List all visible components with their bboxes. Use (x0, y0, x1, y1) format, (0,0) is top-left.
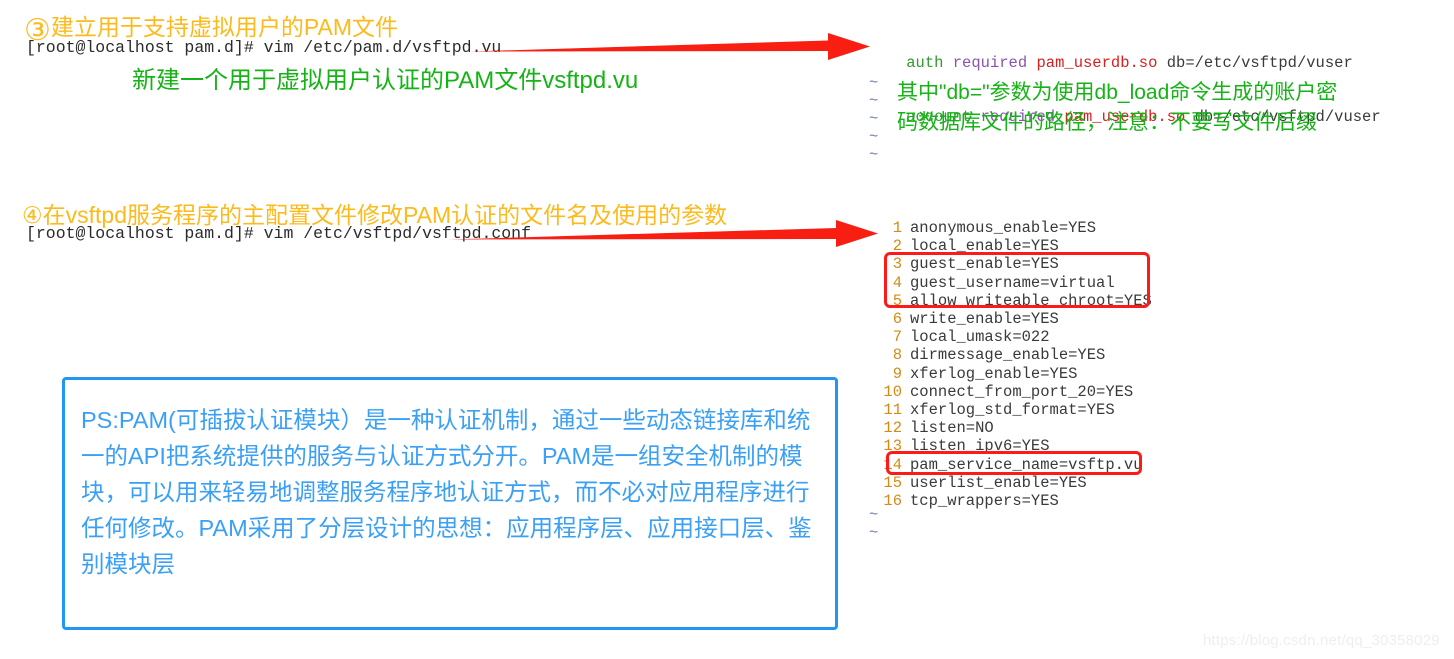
vim-tilde: ~ (869, 92, 879, 110)
pam-annotation-line-1: 其中"db="参数为使用db_load命令生成的账户密 (897, 81, 1338, 104)
conf-line-number: 9 (892, 364, 902, 383)
watermark-url: https://blog.csdn.net/qq_30358029 (1203, 632, 1440, 649)
section-3-annotation: 新建一个用于虚拟用户认证的PAM文件vsftpd.vu (132, 67, 639, 94)
conf-line-text: guest_enable=YES (910, 255, 1059, 274)
conf-line-text: dirmessage_enable=YES (910, 346, 1106, 365)
conf-row: 12 listen=NO (876, 419, 1152, 437)
conf-line-text: write_enable=YES (910, 310, 1059, 329)
conf-row: 13 listen_ipv6=YES (876, 437, 1152, 455)
conf-row: 8 dirmessage_enable=YES (876, 346, 1152, 364)
conf-line-text: local_umask=022 (910, 328, 1050, 347)
conf-line-text: allow_writeable_chroot=YES (910, 291, 1152, 310)
conf-row: 9 xferlog_enable=YES (876, 365, 1152, 383)
conf-line-number: 5 (892, 291, 902, 310)
conf-line-number: 11 (883, 401, 902, 420)
conf-row: 6 write_enable=YES (876, 310, 1152, 328)
conf-row: 5 allow_writeable_chroot=YES (876, 292, 1152, 310)
conf-line-number: 13 (883, 437, 902, 456)
pam-file-tilde-column: ~ ~ ~ ~ ~ (869, 74, 878, 164)
conf-line-number: 3 (892, 255, 902, 274)
conf-line-text: tcp_wrappers=YES (910, 492, 1059, 511)
arrow-to-vsftpd-conf (448, 216, 888, 250)
conf-line-number: 8 (892, 346, 902, 365)
conf-line-text: local_enable=YES (910, 237, 1059, 256)
conf-line-number: 10 (883, 382, 902, 401)
pam-args: db=/etc/vsftpd/vuser (1166, 54, 1353, 72)
vim-tilde: ~ (869, 506, 879, 524)
vim-tilde: ~ (869, 146, 879, 164)
conf-row: 4 guest_username=virtual (876, 274, 1152, 292)
section-3-heading-text: 建立用于支持虚拟用户的PAM文件 (50, 14, 399, 40)
conf-row: 11 xferlog_std_format=YES (876, 401, 1152, 419)
conf-line-text: userlist_enable=YES (910, 473, 1087, 492)
conf-row: 16 tcp_wrappers=YES (876, 492, 1152, 510)
vsftpd-conf-tilde-column: ~ ~ (869, 506, 878, 542)
conf-row: 15 userlist_enable=YES (876, 474, 1152, 492)
pam-annotation-line-2: 码数据库文件的路径，注意：不要写文件后缀 (897, 111, 1317, 134)
conf-line-text: guest_username=virtual (910, 273, 1115, 292)
conf-row: 7 local_umask=022 (876, 328, 1152, 346)
conf-line-number: 2 (892, 237, 902, 256)
conf-line-number: 12 (883, 419, 902, 438)
conf-row: 10 connect_from_port_20=YES (876, 383, 1152, 401)
vsftpd-conf-view: 1 anonymous_enable=YES 2 local_enable=YES … (876, 219, 1152, 510)
conf-row: 14 pam_service_name=vsftp.vu (876, 456, 1152, 474)
conf-line-number: 1 (892, 219, 902, 237)
vim-tilde: ~ (869, 128, 879, 146)
conf-row: 1 anonymous_enable=YES (876, 219, 1152, 237)
conf-line-number: 4 (892, 273, 902, 292)
arrow-to-pam-file (470, 30, 880, 64)
conf-line-text: xferlog_std_format=YES (910, 401, 1115, 420)
conf-line-text: connect_from_port_20=YES (910, 382, 1134, 401)
conf-line-text: anonymous_enable=YES (910, 219, 1097, 237)
conf-line-text: listen_ipv6=YES (910, 437, 1050, 456)
ps-info-box: PS:PAM(可插拔认证模块）是一种认证机制，通过一些动态链接库和统一的API把… (62, 377, 838, 630)
vim-tilde: ~ (869, 524, 879, 542)
pam-module: pam_userdb.so (1036, 54, 1158, 72)
conf-line-text: listen=NO (910, 419, 994, 438)
conf-line-text: xferlog_enable=YES (910, 364, 1078, 383)
vim-tilde: ~ (869, 110, 879, 128)
conf-line-text: pam_service_name=vsftp.vu (910, 455, 1143, 474)
section-3-command: [root@localhost pam.d]# vim /etc/pam.d/v… (26, 38, 502, 57)
conf-line-number: 6 (892, 310, 902, 329)
conf-line-number: 7 (892, 328, 902, 347)
conf-line-number: 15 (883, 473, 902, 492)
vim-tilde: ~ (869, 74, 879, 92)
conf-line-number: 16 (883, 492, 902, 511)
conf-row: 2 local_enable=YES (876, 237, 1152, 255)
pam-directive: auth (906, 54, 944, 72)
conf-row: 3 guest_enable=YES (876, 255, 1152, 273)
ps-info-text: PS:PAM(可插拔认证模块）是一种认证机制，通过一些动态链接库和统一的API把… (81, 407, 812, 577)
pam-control: required (952, 54, 1028, 72)
conf-line-number: 14 (883, 455, 902, 474)
